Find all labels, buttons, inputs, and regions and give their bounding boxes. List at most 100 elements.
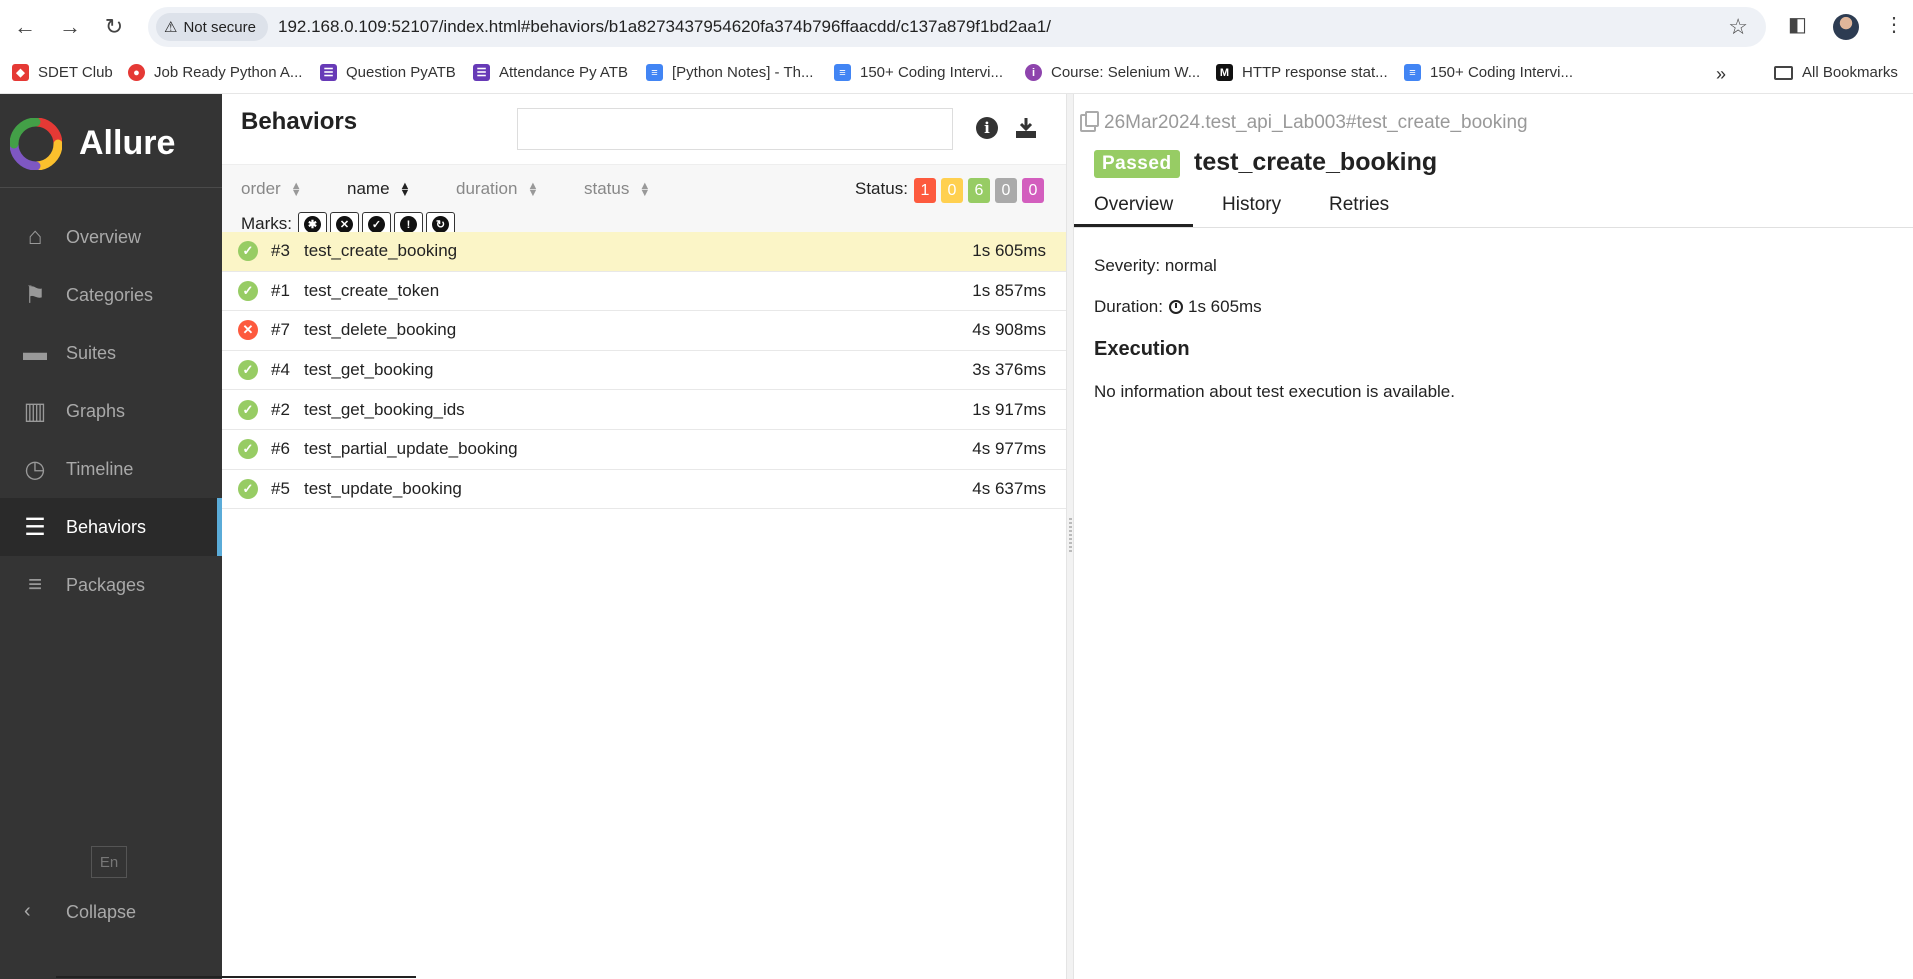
bookmark-favicon-icon: ● — [128, 64, 145, 81]
sidebar-item-behaviors[interactable]: ☰ Behaviors — [0, 498, 222, 556]
security-chip[interactable]: ⚠ Not secure — [156, 13, 268, 41]
align-left-icon: ≡ — [27, 571, 42, 598]
test-row[interactable]: ✓ #1 test_create_token 1s 857ms — [222, 272, 1066, 312]
sort-arrows-icon: ▲ ▼ — [527, 179, 539, 199]
passed-status-icon: ✓ — [238, 399, 258, 420]
docs-icon: ≡ — [646, 64, 663, 81]
info-icon: i — [976, 117, 998, 139]
forward-icon[interactable]: → — [57, 12, 83, 42]
flag-icon: ⚑ — [24, 281, 46, 309]
form-icon: ☰ — [473, 64, 490, 81]
search-input[interactable] — [517, 108, 953, 150]
marks-label: Marks: — [241, 214, 292, 233]
duration-row: Duration: 1s 605ms — [1094, 297, 1262, 317]
sidebar-item-timeline[interactable]: ◷ Timeline — [0, 440, 222, 498]
mdn-icon: M — [1216, 64, 1233, 81]
bookmark-item[interactable]: ≡ [Python Notes] - Th... — [646, 64, 813, 81]
clock-icon: ◷ — [24, 455, 46, 483]
collapse-button[interactable]: ‹ Collapse — [0, 892, 222, 932]
sidebar-item-overview[interactable]: ⌂ Overview — [0, 208, 222, 266]
all-bookmarks[interactable]: All Bookmarks — [1774, 64, 1898, 81]
home-icon: ⌂ — [27, 223, 43, 250]
brand-name: Allure — [79, 124, 176, 162]
sort-by-status[interactable]: status ▲ ▼ — [584, 179, 650, 199]
passed-status-icon: ✓ — [238, 360, 258, 381]
test-detail-pane: 26Mar2024.test_api_Lab003#test_create_bo… — [1073, 94, 1913, 979]
download-icon — [1016, 118, 1036, 138]
bookmark-item[interactable]: ≡ 150+ Coding Intervi... — [834, 64, 1003, 81]
back-icon[interactable]: ← — [12, 12, 38, 42]
tab-history[interactable]: History — [1222, 194, 1281, 216]
more-bookmarks-icon[interactable]: » — [1716, 64, 1726, 85]
status-badge: Passed — [1094, 150, 1180, 178]
bookmark-item[interactable]: ☰ Attendance Py ATB — [473, 64, 628, 81]
language-switch[interactable]: En — [91, 846, 127, 878]
test-row[interactable]: ✓ #6 test_partial_update_booking 4s 977m… — [222, 430, 1066, 470]
status-filter-passed[interactable]: 6 — [968, 178, 990, 203]
profile-avatar[interactable] — [1833, 14, 1859, 40]
sidebar-item-graphs[interactable]: ▥ Graphs — [0, 382, 222, 440]
test-row[interactable]: ✓ #5 test_update_booking 4s 637ms — [222, 470, 1066, 510]
bomb-icon: ✱ — [304, 216, 321, 233]
status-filter-broken[interactable]: 0 — [941, 178, 963, 203]
duration-label: Duration: — [1094, 297, 1163, 316]
refresh-icon: ↻ — [432, 216, 449, 233]
test-row[interactable]: ✓ #2 test_get_booking_ids 1s 917ms — [222, 390, 1066, 430]
warning-icon: ⚠ — [164, 19, 178, 36]
folder-icon — [1774, 65, 1793, 80]
scrollbar-indicator — [56, 976, 416, 978]
failed-status-icon: ✕ — [238, 320, 258, 341]
behaviors-tree-pane: Behaviors i order ▲ ▼ name ▲ ▼ duration ▲ ▼ st… — [222, 94, 1066, 979]
bookmark-item[interactable]: ☰ Question PyATB — [320, 64, 456, 81]
exclamation-circle-icon: ! — [400, 216, 417, 233]
test-row[interactable]: ✓ #4 test_get_booking 3s 376ms — [222, 351, 1066, 391]
bookmark-item[interactable]: i Course: Selenium W... — [1025, 64, 1200, 81]
check-circle-icon: ✓ — [368, 216, 385, 233]
status-filter-unknown[interactable]: 0 — [1022, 178, 1044, 203]
detail-tabs: Overview History Retries — [1073, 186, 1913, 228]
bookmark-star-icon[interactable]: ☆ — [1728, 14, 1748, 40]
bookmark-item[interactable]: ◆ SDET Club — [12, 64, 113, 81]
docs-icon: ≡ — [1404, 64, 1421, 81]
sort-by-order[interactable]: order ▲ ▼ — [241, 179, 302, 199]
bookmark-item[interactable]: ≡ 150+ Coding Intervi... — [1404, 64, 1573, 81]
brand[interactable]: Allure — [0, 94, 222, 188]
sidebar-item-suites[interactable]: ▬ Suites — [0, 324, 222, 382]
menu-kebab-icon[interactable]: ⋮ — [1884, 12, 1904, 37]
list-icon: ☰ — [24, 513, 46, 541]
status-filter-label: Status: — [855, 179, 908, 198]
info-button[interactable]: i — [973, 114, 1001, 142]
tab-overview[interactable]: Overview — [1073, 194, 1194, 227]
sidebar-item-categories[interactable]: ⚑ Categories — [0, 266, 222, 324]
bookmark-item[interactable]: ● Job Ready Python A... — [128, 64, 302, 81]
test-title: test_create_booking — [1194, 148, 1438, 176]
briefcase-icon: ▬ — [23, 339, 47, 366]
copy-icon[interactable] — [1080, 111, 1099, 132]
execution-text: No information about test execution is a… — [1094, 382, 1455, 401]
bookmarks-bar: ◆ SDET Club ● Job Ready Python A... ☰ Qu… — [0, 54, 1913, 94]
passed-status-icon: ✓ — [238, 241, 258, 262]
url-text[interactable]: 192.168.0.109:52107/index.html#behaviors… — [278, 17, 1051, 37]
download-button[interactable] — [1012, 114, 1040, 142]
bar-chart-icon: ▥ — [23, 397, 47, 425]
test-row[interactable]: ✓ #3 test_create_booking 1s 605ms — [222, 232, 1066, 272]
side-panel-icon[interactable]: ◧ — [1788, 12, 1807, 37]
breadcrumb-text: 26Mar2024.test_api_Lab003#test_create_bo… — [1104, 112, 1528, 133]
pane-splitter[interactable] — [1066, 94, 1074, 979]
sort-by-name[interactable]: name ▲ ▼ — [347, 179, 410, 199]
status-filter-failed[interactable]: 1 — [914, 178, 936, 203]
tab-retries[interactable]: Retries — [1329, 194, 1389, 216]
bookmark-item[interactable]: M HTTP response stat... — [1216, 64, 1388, 81]
status-filter-skipped[interactable]: 0 — [995, 178, 1017, 203]
test-row[interactable]: ✕ #7 test_delete_booking 4s 908ms — [222, 311, 1066, 351]
pane-title: Behaviors — [241, 108, 358, 135]
address-bar[interactable]: ⚠ Not secure 192.168.0.109:52107/index.h… — [148, 7, 1766, 47]
test-list: ✓ #3 test_create_booking 1s 605ms ✓ #1 t… — [222, 232, 1066, 510]
sort-by-duration[interactable]: duration ▲ ▼ — [456, 179, 538, 199]
drag-handle-icon[interactable] — [1069, 518, 1072, 554]
sidebar-item-packages[interactable]: ≡ Packages — [0, 556, 222, 614]
reload-icon[interactable]: ↻ — [101, 12, 127, 42]
sort-arrows-icon: ▲ ▼ — [399, 179, 411, 199]
bookmark-favicon-icon: ◆ — [12, 64, 29, 81]
passed-status-icon: ✓ — [238, 478, 258, 499]
